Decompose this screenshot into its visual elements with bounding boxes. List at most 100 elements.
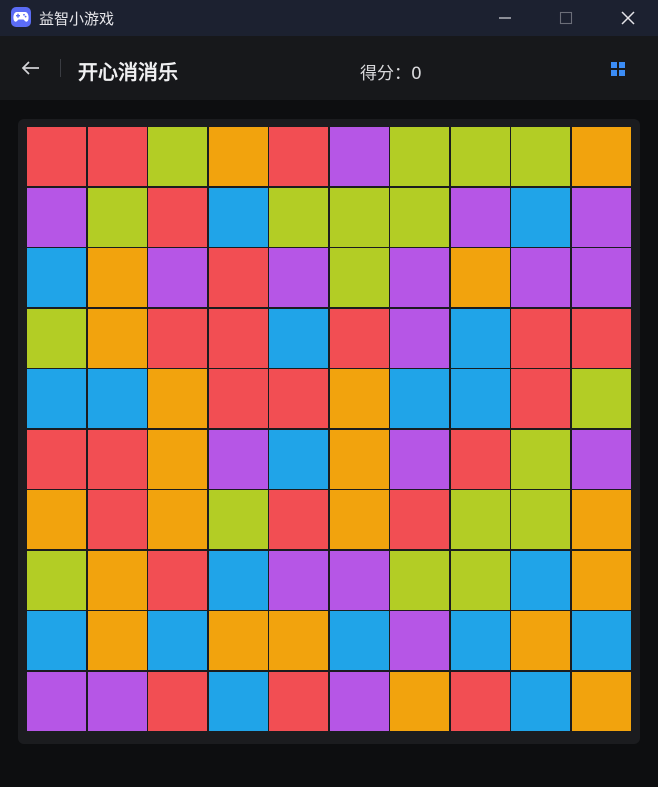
board-tile[interactable]: [390, 127, 449, 186]
board-tile[interactable]: [390, 308, 449, 368]
board-tile[interactable]: [450, 308, 510, 368]
maximize-button[interactable]: [538, 0, 594, 36]
board-tile[interactable]: [27, 671, 86, 731]
board-tile[interactable]: [511, 550, 570, 610]
board-tile[interactable]: [511, 611, 570, 670]
board-tile[interactable]: [571, 308, 631, 368]
board-tile[interactable]: [329, 550, 389, 610]
board-tile[interactable]: [571, 550, 631, 610]
board-tile[interactable]: [27, 611, 86, 670]
board-tile[interactable]: [511, 187, 570, 247]
board-tile[interactable]: [87, 127, 147, 186]
board-tile[interactable]: [208, 369, 268, 428]
board-tile[interactable]: [27, 369, 86, 428]
board-tile[interactable]: [571, 369, 631, 428]
board-tile[interactable]: [571, 490, 631, 549]
board-tile[interactable]: [571, 671, 631, 731]
board-tile[interactable]: [450, 550, 510, 610]
board-tile[interactable]: [571, 611, 631, 670]
board-tile[interactable]: [208, 187, 268, 247]
board-tile[interactable]: [208, 611, 268, 670]
board-tile[interactable]: [390, 550, 449, 610]
board-tile[interactable]: [27, 127, 86, 186]
board-tile[interactable]: [571, 248, 631, 307]
board-tile[interactable]: [450, 429, 510, 489]
board-tile[interactable]: [329, 490, 389, 549]
board-tile[interactable]: [450, 611, 510, 670]
board-tile[interactable]: [511, 671, 570, 731]
board-tile[interactable]: [511, 369, 570, 428]
board-tile[interactable]: [511, 127, 570, 186]
board-tile[interactable]: [329, 671, 389, 731]
board-tile[interactable]: [148, 127, 207, 186]
board-tile[interactable]: [571, 429, 631, 489]
board-tile[interactable]: [87, 490, 147, 549]
board-tile[interactable]: [329, 611, 389, 670]
board-tile[interactable]: [450, 369, 510, 428]
board-tile[interactable]: [148, 429, 207, 489]
board-tile[interactable]: [87, 248, 147, 307]
board-tile[interactable]: [208, 248, 268, 307]
board-tile[interactable]: [269, 127, 328, 186]
board-tile[interactable]: [87, 187, 147, 247]
board-tile[interactable]: [329, 308, 389, 368]
board-tile[interactable]: [269, 611, 328, 670]
board-tile[interactable]: [87, 550, 147, 610]
board-tile[interactable]: [148, 308, 207, 368]
board-tile[interactable]: [27, 187, 86, 247]
back-button[interactable]: [14, 54, 48, 82]
board-tile[interactable]: [269, 248, 328, 307]
board-tile[interactable]: [148, 369, 207, 428]
board-tile[interactable]: [269, 187, 328, 247]
board-tile[interactable]: [27, 550, 86, 610]
board-tile[interactable]: [148, 550, 207, 610]
board-tile[interactable]: [450, 671, 510, 731]
board-tile[interactable]: [511, 490, 570, 549]
board-tile[interactable]: [571, 127, 631, 186]
board-tile[interactable]: [208, 490, 268, 549]
board-tile[interactable]: [87, 369, 147, 428]
close-button[interactable]: [600, 0, 656, 36]
board-tile[interactable]: [27, 248, 86, 307]
minimize-button[interactable]: [477, 0, 533, 36]
board-tile[interactable]: [450, 187, 510, 247]
board-tile[interactable]: [208, 308, 268, 368]
board-tile[interactable]: [87, 429, 147, 489]
board-tile[interactable]: [390, 611, 449, 670]
grid-menu-button[interactable]: [606, 58, 630, 80]
board-tile[interactable]: [450, 490, 510, 549]
board-tile[interactable]: [148, 671, 207, 731]
board-tile[interactable]: [390, 369, 449, 428]
board-tile[interactable]: [27, 490, 86, 549]
board-tile[interactable]: [87, 308, 147, 368]
board-tile[interactable]: [329, 187, 389, 247]
board-tile[interactable]: [390, 248, 449, 307]
board-tile[interactable]: [27, 429, 86, 489]
board-tile[interactable]: [390, 490, 449, 549]
board-tile[interactable]: [87, 611, 147, 670]
board-tile[interactable]: [208, 127, 268, 186]
board-tile[interactable]: [269, 490, 328, 549]
board-tile[interactable]: [27, 308, 86, 368]
board-tile[interactable]: [390, 429, 449, 489]
board-tile[interactable]: [148, 187, 207, 247]
board-tile[interactable]: [571, 187, 631, 247]
board-tile[interactable]: [208, 550, 268, 610]
board-tile[interactable]: [511, 308, 570, 368]
board-tile[interactable]: [390, 187, 449, 247]
board-tile[interactable]: [269, 671, 328, 731]
board-tile[interactable]: [208, 671, 268, 731]
board-tile[interactable]: [329, 369, 389, 428]
board-tile[interactable]: [269, 429, 328, 489]
board-tile[interactable]: [269, 550, 328, 610]
board-tile[interactable]: [329, 127, 389, 186]
board-tile[interactable]: [87, 671, 147, 731]
board-tile[interactable]: [329, 248, 389, 307]
board-tile[interactable]: [269, 369, 328, 428]
board-tile[interactable]: [511, 248, 570, 307]
board-tile[interactable]: [450, 248, 510, 307]
board-tile[interactable]: [148, 490, 207, 549]
board-tile[interactable]: [148, 611, 207, 670]
board-tile[interactable]: [390, 671, 449, 731]
board-tile[interactable]: [148, 248, 207, 307]
